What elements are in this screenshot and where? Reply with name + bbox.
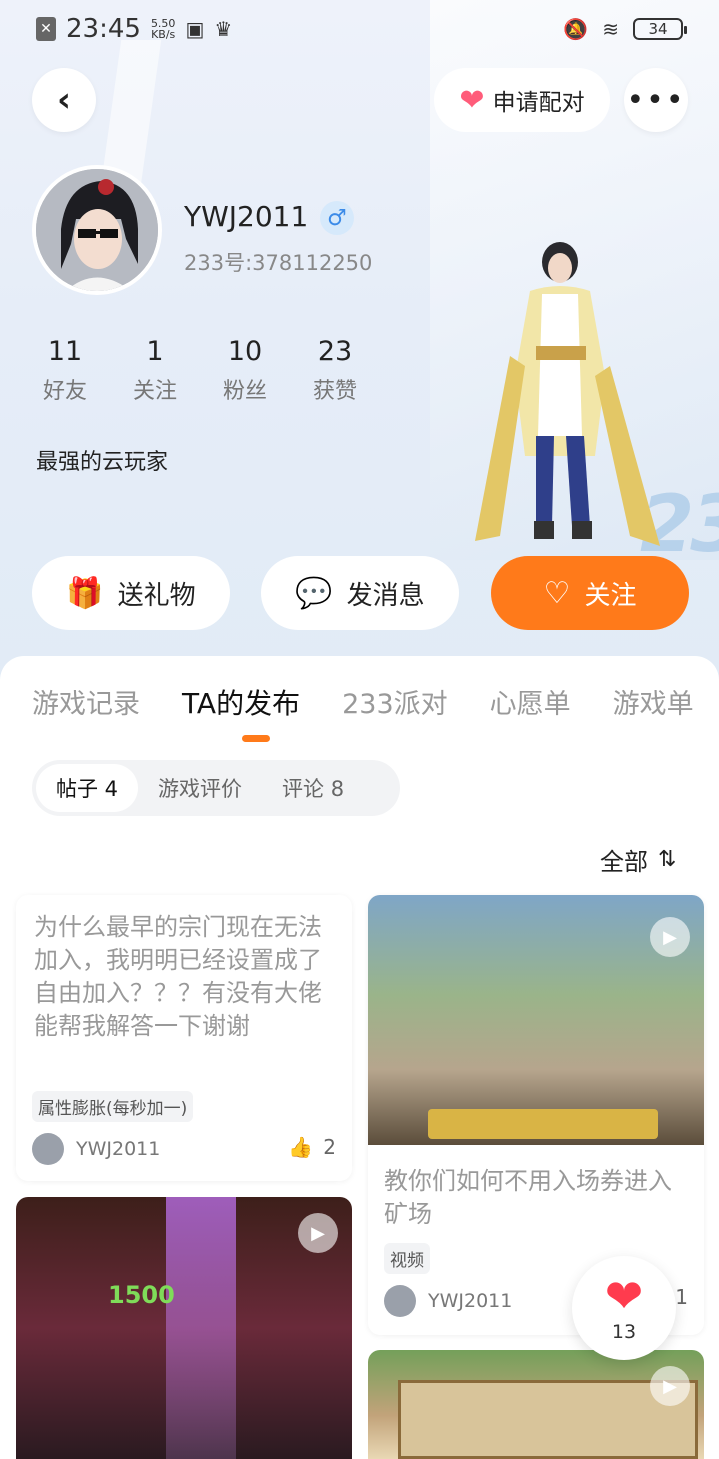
request-match-button[interactable]: ❤ 申请配对 xyxy=(434,68,610,132)
status-bar: ✕ 23:45 5.50 KB/s ▣ ♛ 🔕 ≋ 34 xyxy=(0,0,719,58)
post-author[interactable]: YWJ2011 xyxy=(32,1133,160,1165)
post-card[interactable]: 为什么最早的宗门现在无法加入，我明明已经设置成了自由加入？？？有没有大佬能帮我解… xyxy=(16,895,352,1181)
heart-plus-icon: ♡ xyxy=(543,575,571,611)
follow-label: 关注 xyxy=(584,580,637,611)
heart-icon: ❤ xyxy=(459,82,485,118)
bio: 最强的云玩家 xyxy=(36,450,169,475)
floating-like-count: 13 xyxy=(611,1321,637,1343)
more-button[interactable]: ••• xyxy=(624,68,688,132)
avatar[interactable] xyxy=(32,165,162,295)
send-gift-button[interactable]: 🎁 送礼物 xyxy=(32,556,230,630)
tab-game-list[interactable]: 游戏单 xyxy=(613,682,694,722)
play-icon: ▶ xyxy=(298,1213,338,1253)
network-speed: 5.50 KB/s xyxy=(150,17,176,41)
male-icon: ♂ xyxy=(320,201,354,235)
stats-row: 11 好友 1 关注 10 粉丝 23 获赞 xyxy=(20,336,380,405)
floating-like-button[interactable]: ❤ 13 xyxy=(572,1256,676,1360)
sort-label: 全部 xyxy=(600,848,648,876)
author-avatar xyxy=(384,1285,416,1317)
chat-bubble-icon: 💬 xyxy=(295,575,333,611)
wifi-icon: ≋ xyxy=(602,17,619,41)
author-name: YWJ2011 xyxy=(76,1138,161,1160)
stat-value: 10 xyxy=(227,336,263,367)
post-tag[interactable]: 视频 xyxy=(384,1243,430,1274)
chevron-left-icon: ‹ xyxy=(56,80,71,120)
like-count: 2 xyxy=(323,1135,336,1159)
post-title: 教你们如何不用入场券进入矿场 xyxy=(384,1167,672,1228)
stat-value: 1 xyxy=(146,336,164,367)
game-hud xyxy=(428,1109,658,1139)
avatar-character-figure[interactable] xyxy=(470,236,670,556)
subtab-game-reviews[interactable]: 游戏评价 xyxy=(138,764,262,812)
send-message-label: 发消息 xyxy=(346,580,425,611)
subtab-posts[interactable]: 帖子 4 xyxy=(36,764,139,812)
stat-label: 粉丝 xyxy=(222,379,267,404)
follow-button[interactable]: ♡ 关注 xyxy=(491,556,689,630)
send-gift-label: 送礼物 xyxy=(117,580,196,611)
post-tag[interactable]: 属性膨胀(每秒加一) xyxy=(32,1091,194,1122)
stat-label: 关注 xyxy=(132,379,177,404)
screenshot-icon: ▣ xyxy=(185,17,205,41)
more-icon: ••• xyxy=(626,82,686,118)
gift-icon: 🎁 xyxy=(66,575,104,611)
avatar-image xyxy=(36,169,158,291)
stat-following[interactable]: 1 关注 xyxy=(110,336,200,405)
video-thumbnail: ▶ xyxy=(368,895,704,1145)
send-message-button[interactable]: 💬 发消息 xyxy=(261,556,459,630)
author-name: YWJ2011 xyxy=(428,1290,513,1312)
user-id[interactable]: 233号:378112250 xyxy=(184,247,372,277)
username: YWJ2011 xyxy=(184,200,309,233)
author-avatar xyxy=(32,1133,64,1165)
post-card-thumbnail[interactable]: 1500 ▶ xyxy=(16,1197,352,1459)
stat-friends[interactable]: 11 好友 xyxy=(20,336,110,405)
heart-icon: ❤ xyxy=(604,1269,644,1323)
back-button[interactable]: ‹ xyxy=(32,68,96,132)
post-like[interactable]: 👍 2 xyxy=(288,1135,336,1159)
subtab-bar: 帖子 4 游戏评价 评论 8 xyxy=(32,760,400,816)
post-text: 为什么最早的宗门现在无法加入，我明明已经设置成了自由加入？？？有没有大佬能帮我解… xyxy=(34,913,322,1040)
stat-label: 好友 xyxy=(42,379,87,404)
play-icon: ▶ xyxy=(650,1366,690,1406)
stat-value: 23 xyxy=(317,336,353,367)
mute-icon: 🔕 xyxy=(563,17,589,41)
stat-value: 11 xyxy=(47,336,83,367)
status-time: 23:45 xyxy=(66,14,141,44)
post-author[interactable]: YWJ2011 xyxy=(384,1285,512,1317)
tab-game-records[interactable]: 游戏记录 xyxy=(32,682,140,722)
tab-233-party[interactable]: 233派对 xyxy=(342,682,448,722)
tab-bar: 游戏记录 TA的发布 233派对 心愿单 游戏单 xyxy=(32,682,694,722)
like-count: 1 xyxy=(675,1285,688,1309)
request-match-label: 申请配对 xyxy=(492,90,585,116)
play-icon: ▶ xyxy=(650,917,690,957)
game-damage-number: 1500 xyxy=(108,1281,175,1309)
post-card-thumbnail[interactable]: ▶ xyxy=(368,1350,704,1459)
stat-label: 获赞 xyxy=(312,379,357,404)
stat-likes[interactable]: 23 获赞 xyxy=(290,336,380,405)
notification-icon: ✕ xyxy=(36,17,56,41)
game-effect xyxy=(166,1197,236,1459)
sort-filter[interactable]: 全部 ⇅ xyxy=(600,842,676,877)
thumbs-up-icon: 👍 xyxy=(288,1135,314,1159)
tab-wishlist[interactable]: 心愿单 xyxy=(490,682,571,722)
tab-ta-posts[interactable]: TA的发布 xyxy=(182,682,300,722)
active-tab-indicator xyxy=(242,735,270,742)
stat-fans[interactable]: 10 粉丝 xyxy=(200,336,290,405)
crown-icon: ♛ xyxy=(214,17,233,41)
subtab-comments[interactable]: 评论 8 xyxy=(262,764,364,812)
battery-icon: 34 xyxy=(633,18,687,40)
sort-icon: ⇅ xyxy=(658,847,677,872)
